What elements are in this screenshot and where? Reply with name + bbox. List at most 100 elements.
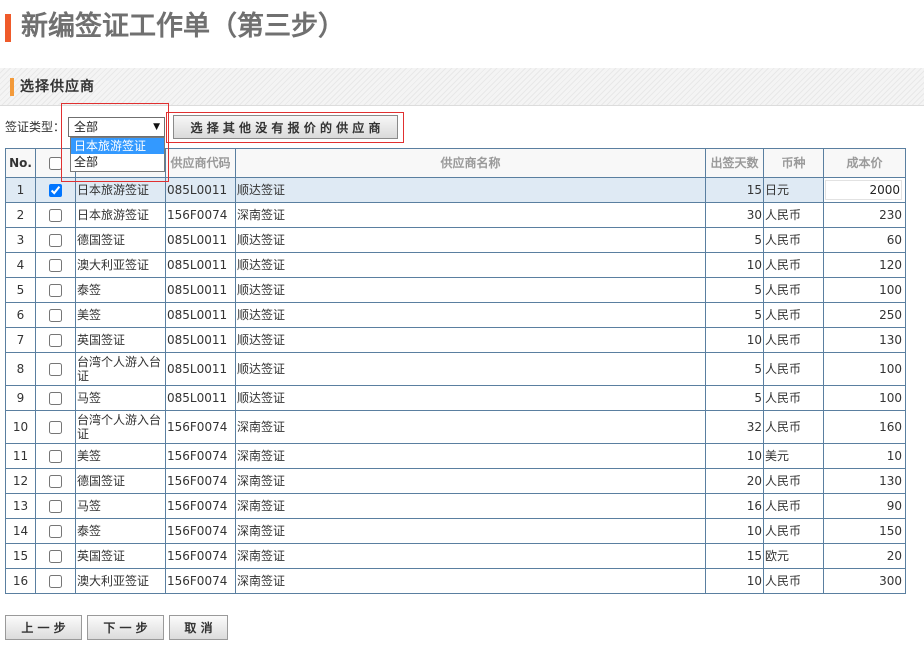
row-checkbox-cell [35,468,76,494]
supplier-code-cell: 085L0011 [165,385,236,411]
table-row[interactable]: 7 英国签证 085L0011 顺达签证 10 人民币 130 [5,327,906,353]
table-row[interactable]: 16 澳大利亚签证 156F0074 深南签证 10 人民币 300 [5,568,906,594]
select-all-checkbox[interactable] [49,157,62,170]
table-row[interactable]: 13 马签 156F0074 深南签证 16 人民币 90 [5,493,906,519]
processing-days-cell: 10 [705,252,764,278]
supplier-code-cell: 156F0074 [165,568,236,594]
visa-type-options: 日本旅游签证 全部 [70,137,165,172]
table-row[interactable]: 11 美签 156F0074 深南签证 10 美元 10 [5,443,906,469]
supplier-code-cell: 156F0074 [165,493,236,519]
previous-step-button[interactable]: 上 一 步 [5,615,82,640]
table-row[interactable]: 12 德国签证 156F0074 深南签证 20 人民币 130 [5,468,906,494]
row-checkbox-cell [35,302,76,328]
row-number: 13 [5,493,36,519]
row-checkbox-cell [35,410,76,444]
section-title: 选择供应商 [20,79,95,95]
table-row[interactable]: 5 泰签 085L0011 顺达签证 5 人民币 100 [5,277,906,303]
supplier-code-cell: 156F0074 [165,543,236,569]
header-currency: 币种 [763,148,824,178]
row-select-checkbox[interactable] [49,450,62,463]
next-step-button[interactable]: 下 一 步 [87,615,164,640]
supplier-name-cell: 深南签证 [235,518,706,544]
row-number: 7 [5,327,36,353]
visa-type-select[interactable]: 全部 ▼ [68,117,165,137]
row-checkbox-cell [35,543,76,569]
row-select-checkbox[interactable] [49,284,62,297]
row-checkbox-cell [35,568,76,594]
supplier-code-cell: 085L0011 [165,177,236,203]
supplier-name-cell: 顺达签证 [235,302,706,328]
table-row[interactable]: 3 德国签证 085L0011 顺达签证 5 人民币 60 [5,227,906,253]
table-row[interactable]: 6 美签 085L0011 顺达签证 5 人民币 250 [5,302,906,328]
currency-cell: 人民币 [763,568,824,594]
row-number: 10 [5,410,36,444]
row-select-checkbox[interactable] [49,421,62,434]
currency-cell: 人民币 [763,493,824,519]
processing-days-cell: 5 [705,277,764,303]
processing-days-cell: 15 [705,177,764,203]
row-select-checkbox[interactable] [49,550,62,563]
currency-cell: 人民币 [763,277,824,303]
cancel-button[interactable]: 取 消 [169,615,228,640]
cost-cell: 150 [823,518,906,544]
table-row[interactable]: 2 日本旅游签证 156F0074 深南签证 30 人民币 230 [5,202,906,228]
currency-cell: 人民币 [763,410,824,444]
row-select-checkbox[interactable] [49,525,62,538]
select-other-suppliers-button[interactable]: 选 择 其 他 没 有 报 价 的 供 应 商 [173,115,398,139]
row-checkbox-cell [35,227,76,253]
supplier-code-cell: 085L0011 [165,227,236,253]
visa-type-cell: 马签 [75,385,166,411]
processing-days-cell: 10 [705,568,764,594]
table-row[interactable]: 14 泰签 156F0074 深南签证 10 人民币 150 [5,518,906,544]
row-select-checkbox[interactable] [49,334,62,347]
row-select-checkbox[interactable] [49,475,62,488]
visa-type-cell: 美签 [75,302,166,328]
table-row[interactable]: 15 英国签证 156F0074 深南签证 15 欧元 20 [5,543,906,569]
table-row[interactable]: 9 马签 085L0011 顺达签证 5 人民币 100 [5,385,906,411]
currency-cell: 人民币 [763,327,824,353]
row-select-checkbox[interactable] [49,392,62,405]
section-accent-bar [10,78,14,96]
cost-cell: 130 [823,327,906,353]
supplier-code-cell: 085L0011 [165,327,236,353]
table-row[interactable]: 10 台湾个人游入台证 156F0074 深南签证 32 人民币 160 [5,410,906,444]
row-select-checkbox[interactable] [49,575,62,588]
row-number: 6 [5,302,36,328]
cost-cell: 20 [823,543,906,569]
cost-input[interactable] [825,180,902,200]
supplier-code-cell: 156F0074 [165,443,236,469]
supplier-code-cell: 156F0074 [165,468,236,494]
visa-type-cell: 德国签证 [75,227,166,253]
row-select-checkbox[interactable] [49,209,62,222]
row-select-checkbox[interactable] [49,309,62,322]
row-number: 5 [5,277,36,303]
visa-type-cell: 英国签证 [75,543,166,569]
table-row[interactable]: 8 台湾个人游入台证 085L0011 顺达签证 5 人民币 100 [5,352,906,386]
supplier-code-cell: 085L0011 [165,252,236,278]
supplier-name-cell: 顺达签证 [235,352,706,386]
row-number: 2 [5,202,36,228]
row-select-checkbox[interactable] [49,184,62,197]
visa-type-cell: 台湾个人游入台证 [75,352,166,386]
visa-type-cell: 英国签证 [75,327,166,353]
row-select-checkbox[interactable] [49,234,62,247]
row-number: 8 [5,352,36,386]
currency-cell: 欧元 [763,543,824,569]
currency-cell: 人民币 [763,202,824,228]
table-row[interactable]: 1 日本旅游签证 085L0011 顺达签证 15 日元 [5,177,906,203]
row-select-checkbox[interactable] [49,259,62,272]
visa-type-option[interactable]: 日本旅游签证 [71,138,164,154]
visa-type-option[interactable]: 全部 [71,154,164,170]
supplier-code-cell: 085L0011 [165,277,236,303]
table-row[interactable]: 4 澳大利亚签证 085L0011 顺达签证 10 人民币 120 [5,252,906,278]
processing-days-cell: 15 [705,543,764,569]
row-select-checkbox[interactable] [49,363,62,376]
supplier-name-cell: 深南签证 [235,568,706,594]
row-checkbox-cell [35,327,76,353]
dropdown-arrow-icon: ▼ [153,122,160,132]
processing-days-cell: 16 [705,493,764,519]
processing-days-cell: 10 [705,443,764,469]
visa-type-cell: 澳大利亚签证 [75,252,166,278]
row-select-checkbox[interactable] [49,500,62,513]
row-checkbox-cell [35,493,76,519]
